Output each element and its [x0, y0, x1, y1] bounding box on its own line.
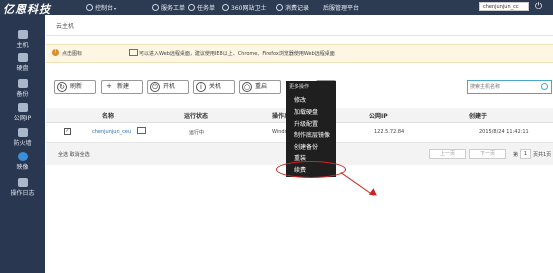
menu-item-attach-disk[interactable]: 加载硬盘	[294, 107, 318, 116]
page-title: 云主机	[56, 23, 75, 30]
user-dropdown[interactable]: chenjunjun_cc	[479, 2, 529, 11]
shield-icon	[222, 4, 229, 11]
notice-text-1: 点击图标	[62, 51, 83, 57]
shutdown-button[interactable]: i 关机	[193, 80, 235, 94]
disk-icon	[17, 53, 28, 62]
column-header-status[interactable]: 运行状态	[184, 111, 208, 120]
column-header-created[interactable]: 创建于	[469, 111, 487, 120]
new-button[interactable]: + 新建	[101, 80, 143, 94]
search-input[interactable]	[470, 82, 530, 92]
host-name-link[interactable]: chenjunjun_ceu	[92, 129, 131, 135]
sidebar-item-public-ip[interactable]: 公网IP	[0, 103, 45, 122]
sidebar-item-firewall[interactable]: 防火墙	[0, 128, 45, 147]
restart-icon: ○	[242, 82, 252, 92]
search-box[interactable]	[467, 80, 552, 94]
notice-banner: ! 点击图标 可以进入Web远程桌面，建议使用IE8以上、Chrome、Fire…	[46, 44, 553, 63]
task-icon	[188, 4, 195, 11]
host-icon	[17, 30, 28, 39]
restart-button[interactable]: ○ 重启	[239, 80, 281, 94]
page-suffix: 页共1页	[533, 152, 552, 158]
sidebar-item-image[interactable]: 映像	[0, 152, 45, 171]
record-icon	[276, 4, 283, 11]
annotation-ellipse	[276, 161, 346, 178]
backup-icon	[17, 79, 28, 88]
plus-icon: +	[106, 82, 112, 90]
nav-console[interactable]: 控制台▾	[86, 3, 116, 12]
next-page-button[interactable]: 下一页	[469, 149, 506, 159]
nav-tickets[interactable]: 服务工单	[152, 3, 185, 12]
menu-item-create-backup[interactable]: 创建备份	[294, 142, 318, 151]
nav-billing[interactable]: 消费记录	[276, 3, 309, 12]
notice-text-2: 可以进入Web远程桌面，建议使用IE8以上、Chrome、Firefox浏览器使…	[139, 51, 335, 57]
column-header-name[interactable]: 名称	[102, 111, 114, 120]
top-bar: 亿恩科技 控制台▾ 服务工单 任务单 360网站卫士 消费记录 后服管理平台 c…	[0, 0, 553, 16]
menu-item-upgrade[interactable]: 升级配置	[294, 119, 318, 128]
column-header-public-ip[interactable]: 公网IP	[369, 111, 388, 120]
host-status: 运行中	[189, 130, 205, 136]
power-icon[interactable]: ⏻	[535, 2, 542, 12]
host-created: 2015/8/24 11:42:11	[479, 129, 529, 135]
power-off-icon: i	[196, 82, 206, 92]
sidebar-item-logs[interactable]: 操作日志	[0, 178, 45, 197]
prev-page-button[interactable]: 上一页	[429, 149, 466, 159]
power-on-icon: ⏻	[150, 82, 160, 92]
monitor-icon	[129, 49, 138, 56]
more-actions-button[interactable]: 更多操作	[289, 83, 309, 90]
remote-desktop-icon[interactable]	[137, 127, 146, 134]
warning-icon: !	[52, 49, 59, 56]
image-icon	[17, 152, 28, 161]
select-all-links[interactable]: 全选 取消全选	[58, 151, 90, 158]
menu-item-make-image[interactable]: 制作底层镜像	[294, 130, 330, 139]
refresh-button[interactable]: ↻ 刷新	[54, 80, 96, 94]
breadcrumb: 云主机	[46, 15, 553, 36]
start-button[interactable]: ⏻ 开机	[147, 80, 189, 94]
ip-icon	[17, 103, 28, 112]
ticket-icon	[152, 4, 159, 11]
nav-after-service[interactable]: 后服管理平台	[323, 3, 359, 12]
refresh-icon: ↻	[57, 82, 67, 92]
sidebar-item-host[interactable]: 主机	[0, 30, 45, 49]
page-number-input[interactable]: 1	[520, 149, 531, 159]
sidebar: 主机 硬盘 备份 公网IP 防火墙 映像 操作日志	[0, 15, 45, 273]
log-icon	[17, 178, 28, 187]
monitor-icon	[86, 4, 93, 11]
page-prefix: 第	[513, 152, 519, 158]
host-ip: 122.5.72.84	[374, 129, 405, 135]
nav-tasks[interactable]: 任务单	[188, 3, 215, 12]
sidebar-item-disk[interactable]: 硬盘	[0, 53, 45, 72]
sidebar-item-backup[interactable]: 备份	[0, 79, 45, 98]
nav-360-guard[interactable]: 360网站卫士	[222, 3, 266, 12]
firewall-icon	[17, 128, 28, 137]
chevron-down-icon: ▾	[114, 6, 117, 11]
annotation-arrow-line	[340, 172, 374, 196]
annotation-arrow-head	[368, 188, 380, 199]
row-checkbox[interactable]: ✓	[64, 128, 71, 135]
menu-item-modify[interactable]: 修改	[294, 95, 306, 104]
search-icon[interactable]	[541, 83, 548, 90]
